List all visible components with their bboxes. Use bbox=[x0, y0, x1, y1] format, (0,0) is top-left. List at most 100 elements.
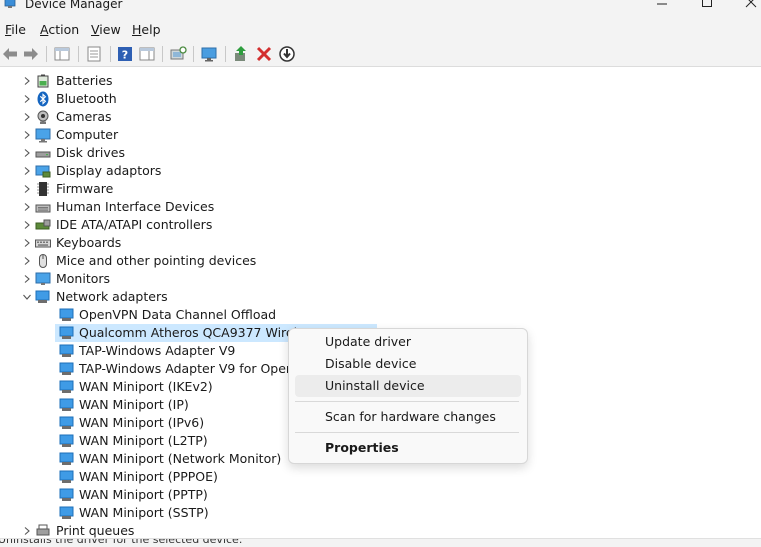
tree-item-label: WAN Miniport (SSTP) bbox=[79, 505, 209, 520]
update-driver-icon[interactable] bbox=[232, 45, 250, 63]
network-adapter-icon bbox=[59, 488, 74, 501]
status-text: Uninstalls the driver for the selected d… bbox=[0, 538, 243, 546]
tree-item-label: Human Interface Devices bbox=[56, 199, 215, 214]
chevron-right-icon[interactable] bbox=[23, 203, 31, 211]
camera-icon bbox=[37, 110, 49, 124]
chevron-right-icon[interactable] bbox=[23, 221, 31, 229]
device-manager-app-icon bbox=[4, 0, 16, 8]
chevron-right-icon[interactable] bbox=[23, 185, 31, 193]
context-menu-item-label: Scan for hardware changes bbox=[325, 409, 496, 424]
tree-item-label: Monitors bbox=[56, 271, 111, 286]
back-icon[interactable] bbox=[1, 45, 19, 63]
maximize-button[interactable] bbox=[692, 0, 722, 16]
chevron-right-icon[interactable] bbox=[23, 239, 31, 247]
window-title: Device Manager bbox=[25, 0, 123, 11]
tree-item-label: WAN Miniport (Network Monitor) bbox=[79, 451, 282, 466]
properties-icon[interactable] bbox=[85, 45, 103, 63]
network-adapter-icon bbox=[59, 434, 74, 447]
menu-help[interactable]: Help bbox=[132, 22, 161, 37]
keyboard-icon bbox=[35, 239, 51, 248]
tree-item-label: TAP-Windows Adapter V9 bbox=[79, 343, 236, 358]
context-menu-properties[interactable]: Properties bbox=[295, 437, 521, 459]
tree-item-label: Bluetooth bbox=[56, 91, 117, 106]
context-menu-item-label: Update driver bbox=[325, 334, 412, 349]
scan-hardware-icon[interactable] bbox=[169, 45, 187, 63]
monitor-icon[interactable] bbox=[200, 45, 218, 63]
network-adapter-icon bbox=[59, 362, 74, 375]
context-menu-disable-device[interactable]: Disable device bbox=[295, 353, 521, 375]
chevron-right-icon[interactable] bbox=[23, 149, 31, 157]
network-adapter-icon bbox=[59, 344, 74, 357]
computer-icon bbox=[35, 128, 51, 143]
toolbar: ? bbox=[0, 42, 761, 67]
tree-item-label: WAN Miniport (IPv6) bbox=[79, 415, 205, 430]
toolbar-separator bbox=[78, 46, 79, 62]
tree-item-label: Batteries bbox=[56, 73, 113, 88]
toolbar-separator bbox=[110, 46, 111, 62]
tree-item-label: Computer bbox=[56, 127, 119, 142]
tree-item-label: WAN Miniport (IP) bbox=[79, 397, 189, 412]
tree-item-label: Keyboards bbox=[56, 235, 122, 250]
context-menu-item-label: Properties bbox=[325, 440, 399, 455]
tree-item-label: Network adapters bbox=[56, 289, 168, 304]
network-adapter-icon bbox=[35, 290, 50, 303]
context-menu: Update driver Disable device Uninstall d… bbox=[288, 328, 528, 464]
chevron-right-icon[interactable] bbox=[23, 113, 31, 121]
chevron-right-icon[interactable] bbox=[23, 95, 31, 103]
tree-item-label: WAN Miniport (PPPOE) bbox=[79, 469, 218, 484]
chevron-right-icon[interactable] bbox=[23, 257, 31, 265]
close-icon bbox=[745, 0, 757, 8]
network-adapter-icon bbox=[59, 380, 74, 393]
svg-text:?: ? bbox=[122, 49, 128, 62]
title-bar: Device Manager bbox=[0, 0, 761, 16]
network-adapter-icon bbox=[59, 452, 74, 465]
chevron-down-icon[interactable] bbox=[23, 293, 31, 301]
toolbar-separator bbox=[193, 46, 194, 62]
network-adapter-icon bbox=[59, 416, 74, 429]
tree-item-label: Firmware bbox=[56, 181, 114, 196]
context-menu-update-driver[interactable]: Update driver bbox=[295, 331, 521, 353]
disk-drive-icon bbox=[35, 151, 51, 158]
tree-item-label: OpenVPN Data Channel Offload bbox=[79, 307, 277, 322]
close-button[interactable] bbox=[735, 0, 761, 16]
ide-controller-icon bbox=[35, 219, 51, 230]
show-hide-console-tree-icon[interactable] bbox=[53, 45, 71, 63]
tree-item-label: WAN Miniport (IKEv2) bbox=[79, 379, 213, 394]
tree-item-label: Cameras bbox=[56, 109, 112, 124]
printer-icon bbox=[36, 524, 50, 536]
tree-item-label: Display adaptors bbox=[56, 163, 162, 178]
chevron-right-icon[interactable] bbox=[23, 131, 31, 139]
network-adapter-icon bbox=[59, 506, 74, 519]
tree-item-label: WAN Miniport (PPTP) bbox=[79, 487, 208, 502]
firmware-icon bbox=[37, 182, 49, 196]
network-adapter-icon bbox=[59, 326, 74, 339]
context-menu-item-label: Disable device bbox=[325, 356, 417, 371]
mouse-icon bbox=[39, 254, 47, 268]
context-menu-scan-hardware[interactable]: Scan for hardware changes bbox=[295, 406, 521, 428]
help-icon[interactable]: ? bbox=[116, 45, 134, 63]
monitor-icon bbox=[35, 272, 51, 285]
download-driver-icon[interactable] bbox=[278, 45, 296, 63]
menu-view[interactable]: View bbox=[91, 22, 121, 37]
minimize-button[interactable] bbox=[647, 0, 677, 16]
context-menu-separator bbox=[295, 432, 519, 433]
maximize-icon bbox=[702, 0, 712, 7]
battery-icon bbox=[37, 74, 49, 88]
menu-file[interactable]: File bbox=[5, 22, 26, 37]
action-pane-icon[interactable] bbox=[138, 45, 156, 63]
context-menu-uninstall-device[interactable]: Uninstall device bbox=[295, 375, 521, 397]
menu-bar: File Action View Help bbox=[0, 16, 761, 42]
menu-action[interactable]: Action bbox=[40, 22, 79, 37]
network-adapter-icon bbox=[59, 398, 74, 411]
chevron-right-icon[interactable] bbox=[23, 167, 31, 175]
uninstall-device-icon[interactable] bbox=[255, 45, 273, 63]
chevron-right-icon[interactable] bbox=[23, 527, 31, 535]
chevron-right-icon[interactable] bbox=[23, 275, 31, 283]
hid-icon bbox=[35, 204, 51, 213]
chevron-right-icon[interactable] bbox=[23, 77, 31, 85]
forward-icon[interactable] bbox=[22, 45, 40, 63]
tree-item-label: Disk drives bbox=[56, 145, 125, 160]
toolbar-separator bbox=[225, 46, 226, 62]
network-adapter-icon bbox=[59, 308, 74, 321]
network-adapter-icon bbox=[59, 470, 74, 483]
